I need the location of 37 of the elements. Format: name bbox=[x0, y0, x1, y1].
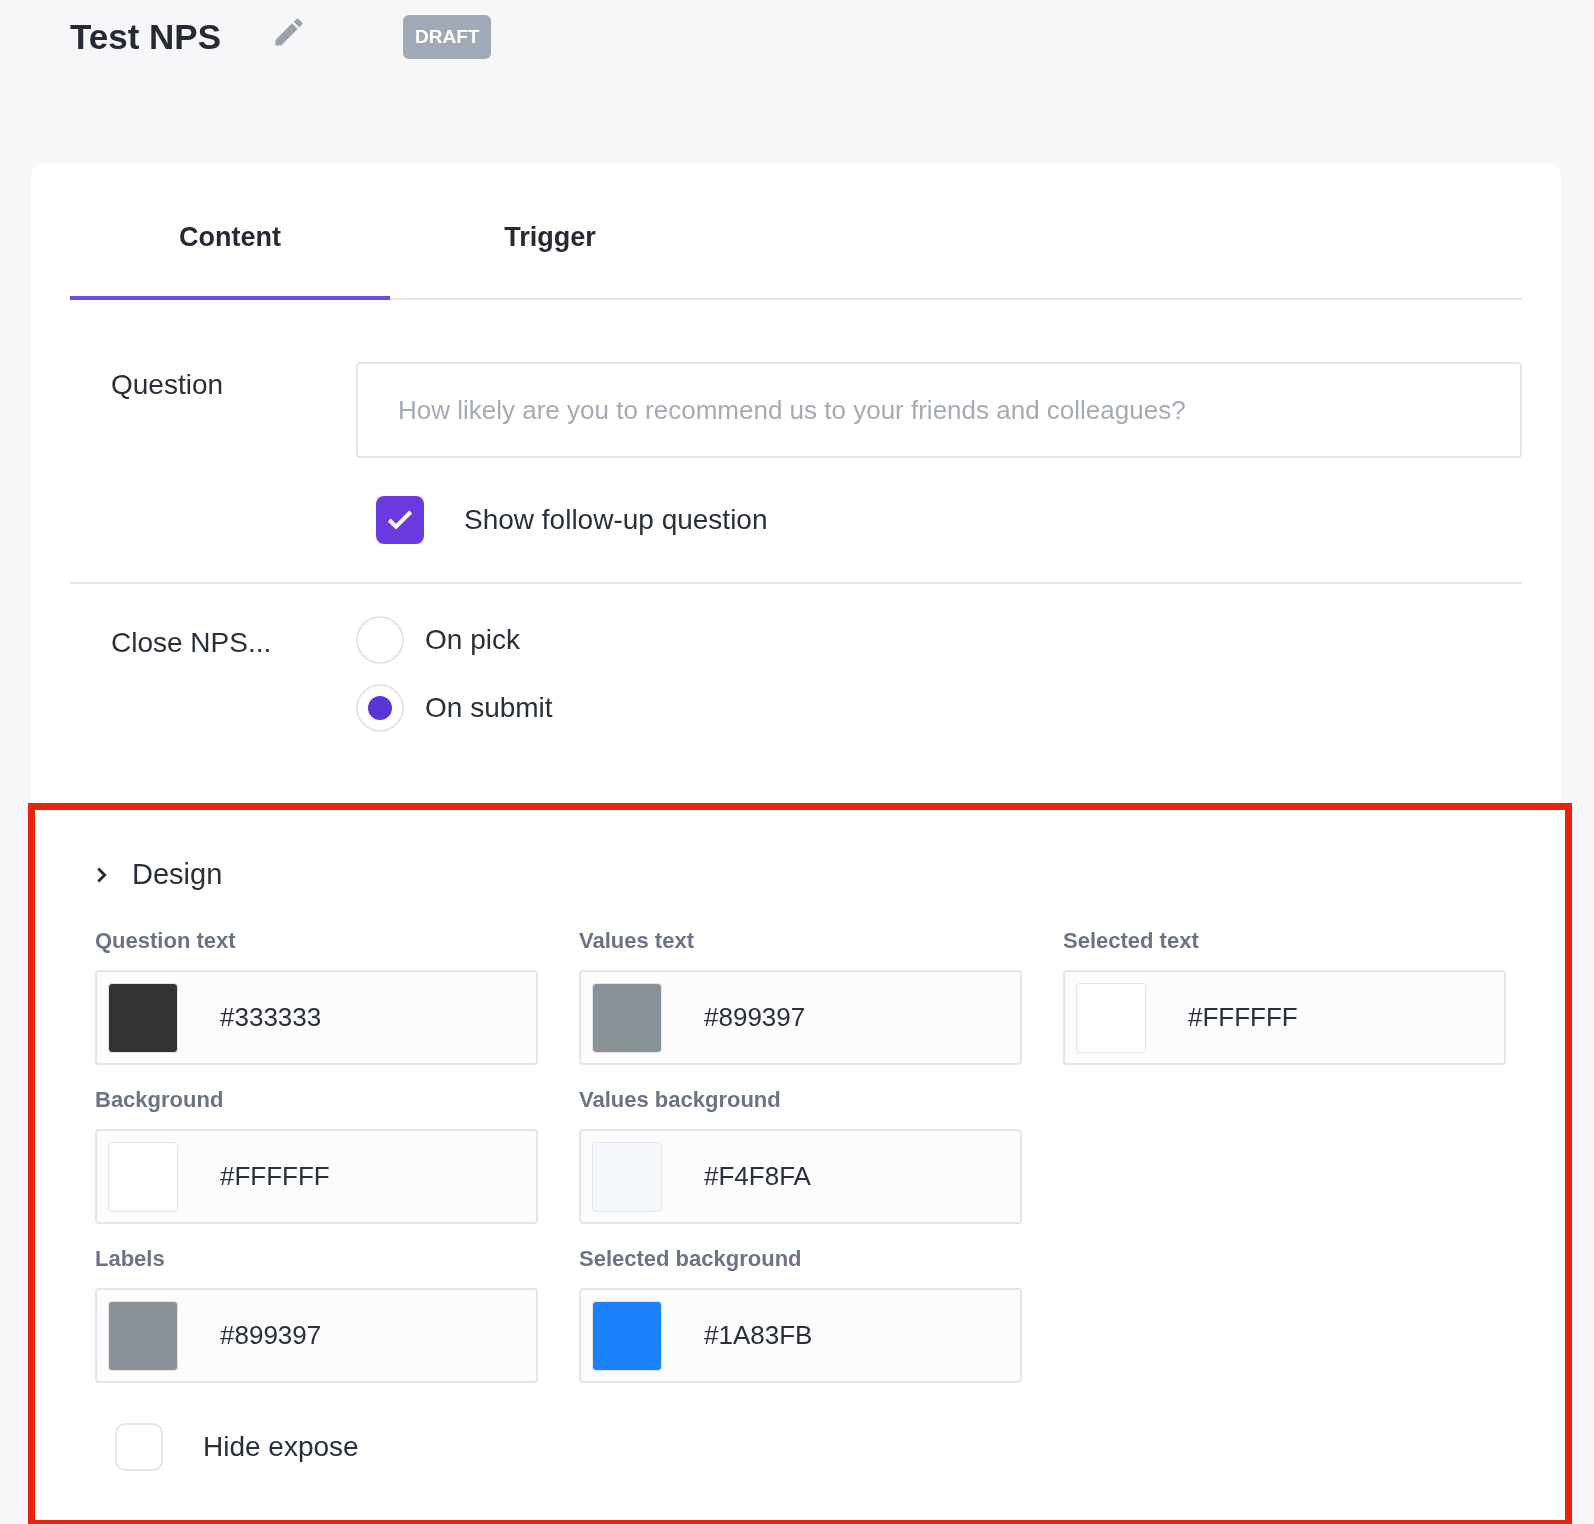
color-field[interactable]: #FFFFFF bbox=[1063, 970, 1506, 1065]
field-label: Labels bbox=[95, 1245, 166, 1273]
close-label: Close NPS... bbox=[110, 626, 273, 660]
hex-value: #899397 bbox=[220, 1319, 322, 1352]
radio-label: On pick bbox=[425, 623, 520, 657]
field-label: Background bbox=[95, 1086, 225, 1114]
hex-value: #FFFFFF bbox=[220, 1160, 330, 1193]
question-label: Question bbox=[110, 368, 225, 402]
hex-value: #1A83FB bbox=[704, 1319, 813, 1352]
tab[interactable]: Trigger bbox=[390, 163, 710, 300]
hex-value: #FFFFFF bbox=[1188, 1001, 1298, 1034]
section-title[interactable]: Design bbox=[132, 853, 223, 897]
color-field[interactable]: #FFFFFF bbox=[95, 1129, 538, 1224]
color-field[interactable]: #F4F8FA bbox=[579, 1129, 1022, 1224]
checkbox[interactable] bbox=[376, 496, 424, 544]
field-label: Selected background bbox=[579, 1245, 803, 1273]
color-field[interactable]: #899397 bbox=[95, 1288, 538, 1383]
color-field[interactable]: #1A83FB bbox=[579, 1288, 1022, 1383]
hex-value: #899397 bbox=[704, 1001, 806, 1034]
hex-value: #333333 bbox=[220, 1001, 322, 1034]
color-field[interactable]: #333333 bbox=[95, 970, 538, 1065]
status-badge: DRAFT bbox=[403, 14, 492, 60]
checkbox-label: Show follow-up question bbox=[464, 503, 768, 537]
question-input[interactable]: How likely are you to recommend us to your friends and colleagues? bbox=[356, 362, 1522, 458]
color-field[interactable]: #899397 bbox=[579, 970, 1022, 1065]
radio-button[interactable] bbox=[356, 616, 404, 664]
field-label: Values background bbox=[579, 1086, 782, 1114]
radio-button[interactable] bbox=[356, 684, 404, 732]
radio-label: On submit bbox=[425, 691, 553, 725]
checkbox[interactable] bbox=[115, 1423, 163, 1471]
tab[interactable]: Content bbox=[70, 163, 390, 300]
hex-value: #F4F8FA bbox=[704, 1160, 811, 1193]
page-title: Test NPS bbox=[70, 15, 222, 58]
field-label: Question text bbox=[95, 927, 237, 955]
field-label: Selected text bbox=[1063, 927, 1200, 955]
field-label: Values text bbox=[579, 927, 695, 955]
checkbox-label: Hide expose bbox=[203, 1430, 359, 1464]
